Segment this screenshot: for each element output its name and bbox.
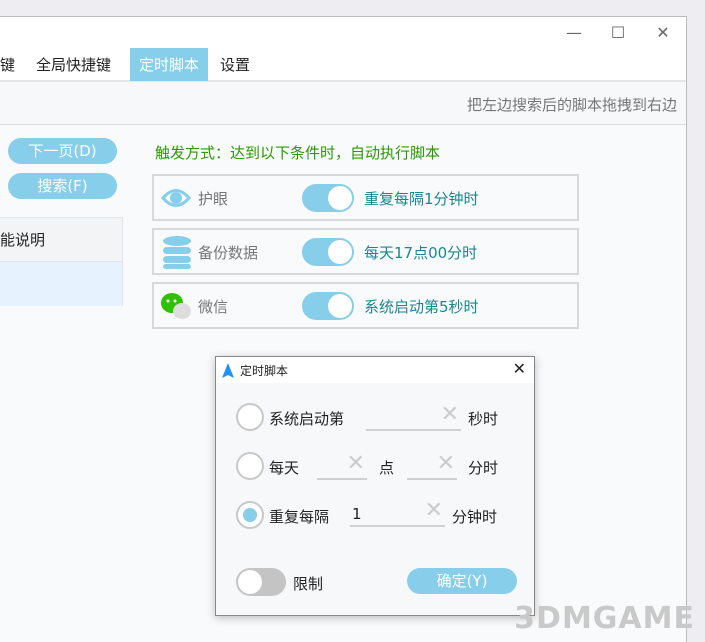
clear-icon[interactable]: ✕: [425, 500, 443, 522]
arrow-logo-icon: [222, 363, 234, 378]
clear-icon[interactable]: ✕: [347, 453, 365, 475]
radio-startup[interactable]: [236, 403, 264, 431]
startup-unit: 秒时: [468, 410, 499, 428]
watermark: 3DMGAME: [514, 601, 695, 636]
card-toggle[interactable]: [302, 184, 354, 212]
clear-icon[interactable]: ✕: [437, 453, 455, 475]
eye-icon: [161, 189, 191, 207]
close-button[interactable]: ✕: [640, 17, 686, 48]
repeat-label: 重复每隔: [269, 508, 330, 526]
script-card-eye[interactable]: 护眼 重复每隔1分钟时: [152, 174, 579, 221]
daily-hour-input[interactable]: ✕: [317, 453, 367, 480]
limit-toggle[interactable]: [236, 568, 286, 596]
table-header: 能说明: [0, 218, 122, 262]
startup-label: 系统启动第: [269, 410, 345, 428]
daily-unit: 分时: [468, 459, 499, 477]
dialog-close-button[interactable]: ✕: [513, 359, 526, 378]
minimize-button[interactable]: —: [551, 17, 597, 48]
radio-repeat[interactable]: [236, 501, 264, 529]
tab-hotkey[interactable]: 键: [0, 48, 21, 81]
title-bar: — ☐ ✕: [0, 17, 686, 48]
next-page-button[interactable]: 下一页(D): [8, 138, 117, 164]
database-icon: [163, 236, 191, 269]
clear-icon[interactable]: ✕: [441, 404, 459, 426]
timed-script-dialog: 定时脚本 ✕ 系统启动第 ✕ 秒时 每天 ✕ 点 ✕ 分时 重复每隔 1 ✕ 分钟…: [215, 356, 535, 616]
dialog-title-bar: 定时脚本 ✕: [216, 357, 534, 383]
search-button[interactable]: 搜索(F): [8, 173, 117, 199]
startup-seconds-input[interactable]: ✕: [366, 404, 461, 431]
script-table: 能说明: [0, 217, 123, 306]
wechat-icon: [161, 293, 191, 319]
maximize-button[interactable]: ☐: [595, 17, 641, 48]
card-condition: 系统启动第5秒时: [364, 298, 479, 316]
card-condition: 每天17点00分时: [364, 244, 478, 262]
card-label: 护眼: [198, 190, 229, 208]
repeat-unit: 分钟时: [452, 508, 498, 526]
daily-label: 每天: [269, 459, 300, 477]
hour-label: 点: [379, 459, 395, 477]
card-label: 微信: [198, 298, 229, 316]
card-toggle[interactable]: [302, 292, 354, 320]
dialog-title: 定时脚本: [240, 364, 289, 378]
hint-text: 把左边搜索后的脚本拖拽到右边: [466, 96, 677, 114]
card-condition: 重复每隔1分钟时: [364, 190, 479, 208]
script-card-backup[interactable]: 备份数据 每天17点00分时: [152, 228, 579, 275]
daily-minute-input[interactable]: ✕: [407, 453, 457, 480]
card-toggle[interactable]: [302, 238, 354, 266]
repeat-minutes-input[interactable]: 1 ✕: [350, 500, 445, 527]
radio-daily[interactable]: [236, 452, 264, 480]
card-label: 备份数据: [198, 244, 259, 262]
tab-global-hotkey[interactable]: 全局快捷键: [30, 48, 117, 81]
trigger-title: 触发方式：达到以下条件时，自动执行脚本: [155, 144, 441, 162]
hint-bar: 把左边搜索后的脚本拖拽到右边: [0, 82, 686, 125]
menu-bar: 键 全局快捷键 定时脚本 设置: [0, 48, 686, 82]
script-card-wechat[interactable]: 微信 系统启动第5秒时: [152, 282, 579, 329]
tab-settings[interactable]: 设置: [214, 48, 256, 81]
limit-label: 限制: [293, 575, 324, 593]
tab-timed-script[interactable]: 定时脚本: [130, 48, 208, 81]
table-row[interactable]: [0, 262, 122, 306]
confirm-button[interactable]: 确定(Y): [407, 568, 517, 594]
